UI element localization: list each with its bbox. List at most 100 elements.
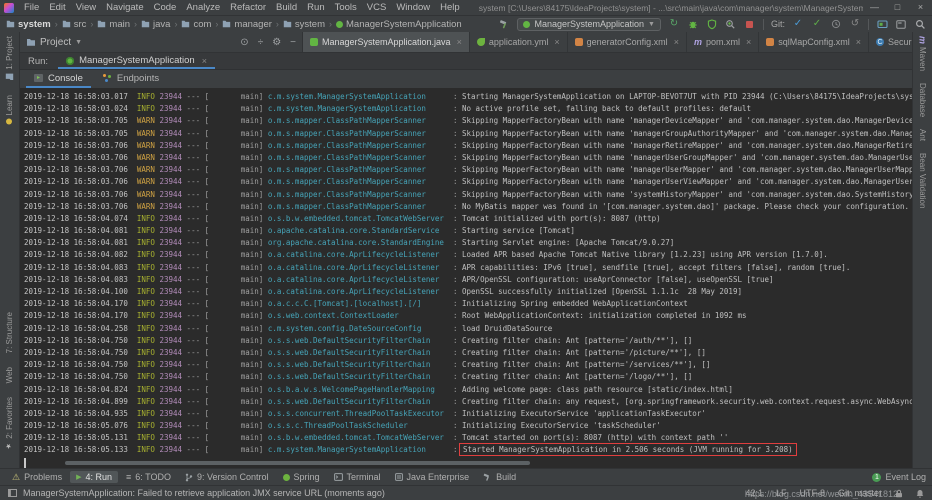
file-type-spring-icon [477,38,485,46]
menu-item-window[interactable]: Window [391,2,435,13]
toolwindow-button--run[interactable]: ▶4: Run [70,471,118,483]
editor-tab-ManagerSystemApplication.java[interactable]: ManagerSystemApplication.java× [303,32,470,52]
rollback-icon[interactable]: ↺ [849,18,861,30]
maximize-button[interactable]: □ [886,0,909,15]
toolwindow-toggle-icon[interactable] [8,489,17,497]
stripe-button--project[interactable]: 1: Project [5,36,14,81]
stripe-button-bean-validation[interactable]: Bean Validation [918,153,927,208]
minimize-button[interactable]: — [863,0,886,15]
menu-item-file[interactable]: File [19,2,44,13]
close-icon[interactable]: × [457,37,462,47]
stripe-button-learn[interactable]: Learn [5,95,14,124]
build-hammer-icon[interactable] [498,18,510,30]
caret-position[interactable]: 42:1 [745,488,763,498]
log-field: o.s.s.web.DefaultSecurityFilterChain [268,360,449,369]
gear-icon[interactable]: ⚙ [272,37,281,48]
toolwindow-button-spring[interactable]: Spring [277,471,326,483]
editor-tab-SecurityConfig.java[interactable]: CSecurityConfig.java× [869,32,912,52]
coverage-button-icon[interactable] [706,18,718,30]
editor-tab-application.yml[interactable]: application.yml× [470,32,568,52]
rerun-button-icon[interactable]: ↻ [668,18,680,30]
run-tab[interactable]: ManagerSystemApplication × [58,53,215,69]
breadcrumb-item-src[interactable]: src [62,19,87,30]
log-field: WARN [132,153,155,162]
stripe-button--favorites[interactable]: ★2: Favorites [5,397,14,450]
warning-icon: ⚠ [12,472,20,483]
tab-console[interactable]: ▸ Console [26,70,91,88]
notifications-bell-icon[interactable] [916,489,924,498]
folder-icon [283,20,292,28]
stripe-button-maven[interactable]: mMaven [918,36,928,71]
breadcrumb-item-com[interactable]: com [181,19,211,30]
close-icon[interactable]: × [554,37,559,47]
editor-tab-sqlMapConfig.xml[interactable]: sqlMapConfig.xml× [759,32,869,52]
log-field: o.s.b.w.embedded.tomcat.TomcatWebServer [268,214,449,223]
toolwindow-button-terminal[interactable]: Terminal [328,471,387,483]
toolwindow-button-java-enterprise[interactable]: Java Enterprise [389,471,476,483]
log-field: Skipping MapperFactoryBean with name 'ma… [462,141,912,150]
breadcrumb-item-manager[interactable]: manager [222,19,272,30]
toolwindow-button--version-control[interactable]: 9: Version Control [179,471,275,483]
menu-item-view[interactable]: View [71,2,101,13]
close-icon[interactable]: × [746,37,751,47]
close-icon[interactable]: × [674,37,679,47]
debug-button-icon[interactable] [687,18,699,30]
git-branch[interactable]: Git: master [838,488,882,498]
breadcrumb-item-system[interactable]: system [283,19,325,30]
log-field: Skipping MapperFactoryBean with name 'ma… [462,116,912,125]
menu-item-analyze[interactable]: Analyze [181,2,225,13]
breadcrumb-item-ManagerSystemApplication[interactable]: ManagerSystemApplication [336,19,462,30]
collapse-icon[interactable]: ÷ [258,37,264,48]
menu-item-tools[interactable]: Tools [330,2,362,13]
editor-tab-pom.xml[interactable]: mpom.xml× [687,32,759,52]
close-icon[interactable]: × [856,37,861,47]
menu-item-run[interactable]: Run [302,2,329,13]
close-button[interactable]: × [909,0,932,15]
breadcrumb-item-main[interactable]: main [97,19,130,30]
tab-endpoints[interactable]: Endpoints [95,70,167,88]
commit-icon[interactable]: ✓ [811,18,823,30]
horizontal-scrollbar[interactable] [65,461,530,465]
toolwindow-button-problems[interactable]: ⚠Problems [6,471,68,484]
toolwindow-button-build[interactable]: Build [477,471,522,483]
breadcrumb-item-java[interactable]: java [141,19,170,30]
log-field: o.m.s.mapper.ClassPathMapperScanner [268,141,449,150]
hide-panel-icon[interactable]: − [290,37,296,48]
menu-item-edit[interactable]: Edit [44,2,70,13]
menu-item-build[interactable]: Build [271,2,302,13]
run-config-selector[interactable]: ManagerSystemApplication ▼ [517,18,661,31]
close-icon[interactable]: × [202,56,207,66]
stripe-button-database[interactable]: Database [918,83,927,117]
event-log-button[interactable]: 1Event Log [872,472,926,482]
remote-host-icon[interactable] [876,18,888,30]
log-field: 2019-12-18 16:58:04.074 [24,214,132,223]
editor-tab-generatorConfig.xml[interactable]: generatorConfig.xml× [568,32,687,52]
toolwindow-button--todo[interactable]: ≡6: TODO [120,471,177,483]
log-line: 2019-12-18 16:58:03.705 WARN 23944 --- [… [24,128,912,140]
menu-item-navigate[interactable]: Navigate [101,2,149,13]
search-everywhere-icon[interactable] [914,18,926,30]
file-encoding[interactable]: UTF-8 [799,488,825,498]
stripe-button-ant[interactable]: Ant [918,129,927,141]
log-line: 2019-12-18 16:58:04.899 INFO 23944 --- [… [24,396,912,408]
menu-item-refactor[interactable]: Refactor [225,2,271,13]
log-field: 2019-12-18 16:58:05.131 [24,433,132,442]
log-field: o.s.s.web.DefaultSecurityFilterChain [268,397,449,406]
breadcrumb-item-system[interactable]: system [6,19,51,30]
update-project-icon[interactable]: ✓ [792,18,804,30]
lock-icon[interactable] [895,489,903,498]
locate-icon[interactable]: ⊙ [240,37,248,48]
stripe-button--structure[interactable]: 7: Structure [5,312,14,353]
stop-button-icon[interactable] [744,18,756,30]
project-panel-header[interactable]: Project ▼ ⊙ ÷ ⚙ − [20,32,303,52]
line-ending[interactable]: LF [776,488,787,498]
history-icon[interactable] [830,18,842,30]
menu-item-help[interactable]: Help [435,2,465,13]
editor-tab-label: SecurityConfig.java [888,37,912,47]
menu-item-code[interactable]: Code [149,2,182,13]
console-output[interactable]: 2019-12-18 16:58:03.017 INFO 23944 --- [… [20,88,912,468]
menu-item-vcs[interactable]: VCS [362,2,392,13]
stripe-button-web[interactable]: Web [5,367,14,383]
profiler-button-icon[interactable] [725,18,737,30]
terminal-toolbar-icon[interactable] [895,18,907,30]
